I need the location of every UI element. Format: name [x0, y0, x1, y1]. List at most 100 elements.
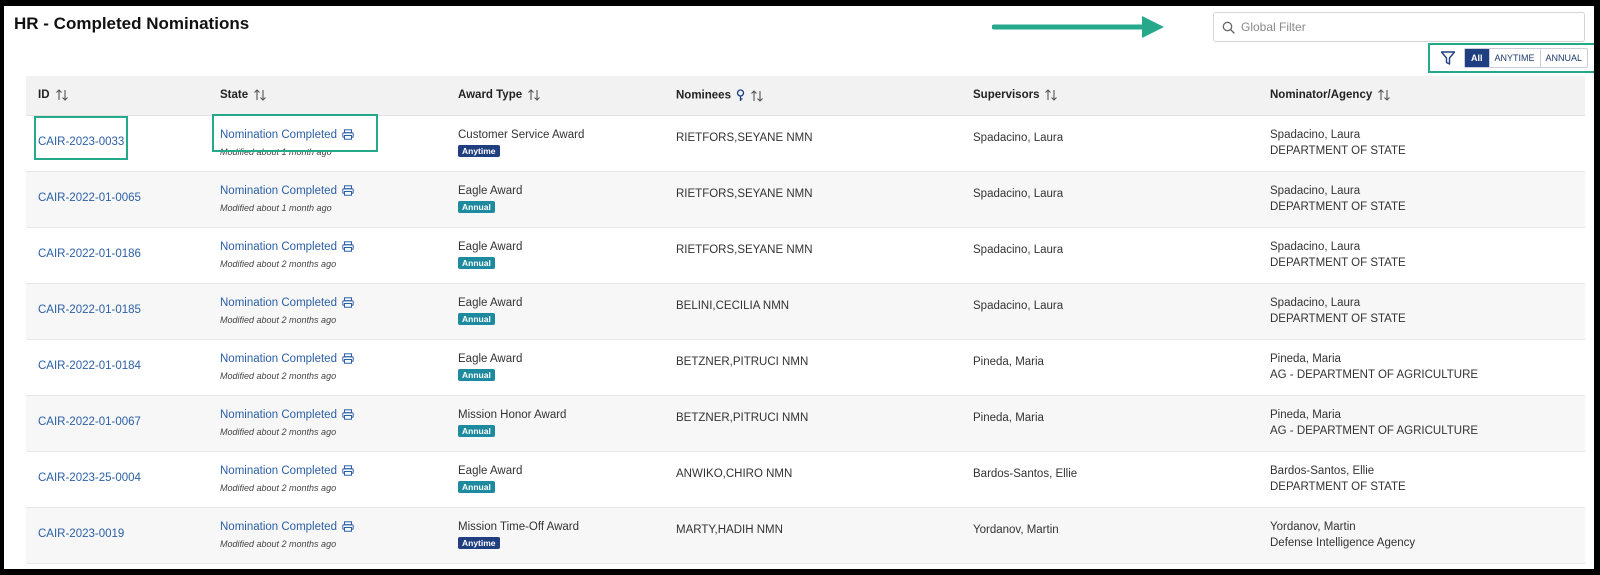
- column-header-label: Supervisors: [973, 89, 1040, 102]
- column-header-state[interactable]: State: [216, 76, 458, 115]
- state-link[interactable]: Nomination Completed: [220, 284, 458, 309]
- state-cell: Nomination Completed Modified about 2 mon…: [216, 396, 458, 451]
- modified-text: Modified about 2 months ago: [220, 427, 337, 437]
- state-link[interactable]: Nomination Completed: [220, 508, 458, 533]
- table-row: CAIR-2022-01-0185 Nomination Completed Mod…: [26, 284, 1585, 340]
- filter-annual-button[interactable]: ANNUAL: [1540, 49, 1588, 67]
- award-name: Mission Time-Off Award: [458, 521, 580, 533]
- award-name: Eagle Award: [458, 297, 523, 309]
- state-label: Nomination Completed: [220, 297, 337, 309]
- column-header-label: Nominees: [676, 89, 731, 102]
- state-link[interactable]: Nomination Completed: [220, 340, 458, 365]
- print-icon[interactable]: [342, 409, 354, 420]
- column-header-label: ID: [38, 89, 50, 102]
- modified-text: Modified about 2 months ago: [220, 371, 337, 381]
- award-badge: Annual: [458, 369, 495, 381]
- nomination-id-link[interactable]: CAIR-2023-0033: [38, 116, 216, 148]
- supervisor-cell: Spadacino, Laura: [973, 172, 1270, 227]
- column-header-award-type[interactable]: Award Type: [458, 76, 676, 115]
- nomination-id-link[interactable]: CAIR-2022-01-0067: [38, 396, 216, 428]
- print-icon[interactable]: [342, 353, 354, 364]
- award-type-cell: Eagle Award Annual: [458, 284, 676, 339]
- nomination-id-link[interactable]: CAIR-2022-01-0065: [38, 172, 216, 204]
- state-link[interactable]: Nomination Completed: [220, 116, 458, 141]
- column-header-nominator-agency[interactable]: Nominator/Agency: [1270, 76, 1580, 115]
- print-icon[interactable]: [342, 465, 354, 476]
- award-badge: Annual: [458, 425, 495, 437]
- column-header-supervisors[interactable]: Supervisors: [973, 76, 1270, 115]
- sort-icon[interactable]: [1044, 89, 1058, 101]
- state-link[interactable]: Nomination Completed: [220, 396, 458, 421]
- nominator-name: Spadacino, Laura: [1270, 297, 1361, 309]
- print-icon[interactable]: [342, 241, 354, 252]
- global-filter-input[interactable]: [1241, 20, 1571, 34]
- state-link[interactable]: Nomination Completed: [220, 172, 458, 197]
- state-label: Nomination Completed: [220, 409, 337, 421]
- id-cell: CAIR-2022-01-0184: [26, 340, 216, 395]
- state-label: Nomination Completed: [220, 521, 337, 533]
- nomination-id-link[interactable]: CAIR-2023-25-0004: [38, 452, 216, 484]
- state-cell: Nomination Completed Modified about 2 mon…: [216, 284, 458, 339]
- table-header: ID State Award Type Nominees Supervisors…: [26, 76, 1585, 116]
- state-cell: Nomination Completed Modified about 1 mon…: [216, 116, 458, 171]
- nominator-name: Bardos-Santos, Ellie: [1270, 465, 1375, 477]
- state-label: Nomination Completed: [220, 353, 337, 365]
- table-body: CAIR-2023-0033 Nomination Completed Modifi…: [26, 116, 1585, 564]
- supervisor-name: Spadacino, Laura: [973, 244, 1064, 256]
- nomination-id-link[interactable]: CAIR-2022-01-0185: [38, 284, 216, 316]
- page-title: HR - Completed Nominations: [14, 14, 250, 33]
- sort-icon[interactable]: [253, 89, 267, 101]
- state-link[interactable]: Nomination Completed: [220, 452, 458, 477]
- print-icon[interactable]: [342, 521, 354, 532]
- supervisor-cell: Pineda, Maria: [973, 340, 1270, 395]
- print-icon[interactable]: [342, 129, 354, 140]
- annotation-arrow-icon: [992, 16, 1164, 38]
- search-icon: [1222, 21, 1235, 34]
- supervisor-name: Spadacino, Laura: [973, 132, 1064, 144]
- funnel-icon[interactable]: [1440, 50, 1456, 66]
- modified-text: Modified about 1 month ago: [220, 203, 332, 213]
- filter-anytime-button[interactable]: ANYTIME: [1489, 49, 1541, 67]
- modified-text: Modified about 2 months ago: [220, 539, 337, 549]
- print-icon[interactable]: [342, 185, 354, 196]
- nominator-cell: Spadacino, Laura DEPARTMENT OF STATE: [1270, 172, 1580, 227]
- state-cell: Nomination Completed Modified about 2 mon…: [216, 508, 458, 563]
- sort-icon[interactable]: [1377, 89, 1391, 101]
- filter-all-button[interactable]: All: [1465, 49, 1490, 67]
- nominator-cell: Pineda, Maria AG - DEPARTMENT OF AGRICULT…: [1270, 340, 1580, 395]
- nomination-id-link[interactable]: CAIR-2023-0019: [38, 508, 216, 540]
- award-name: Eagle Award: [458, 465, 523, 477]
- nominee-name: RIETFORS,SEYANE NMN: [676, 132, 813, 144]
- global-filter[interactable]: [1213, 12, 1585, 42]
- nomination-id-link[interactable]: CAIR-2022-01-0184: [38, 340, 216, 372]
- help-key-icon[interactable]: [736, 89, 745, 102]
- award-type-filter-group: All ANYTIME ANNUAL: [1428, 43, 1594, 73]
- agency-name: DEPARTMENT OF STATE: [1270, 481, 1406, 493]
- state-cell: Nomination Completed Modified about 1 mon…: [216, 172, 458, 227]
- modified-text: Modified about 2 months ago: [220, 483, 337, 493]
- sort-icon[interactable]: [750, 89, 764, 102]
- print-icon[interactable]: [342, 297, 354, 308]
- id-cell: CAIR-2022-01-0067: [26, 396, 216, 451]
- award-type-cell: Mission Honor Award Annual: [458, 396, 676, 451]
- nominator-cell: Spadacino, Laura DEPARTMENT OF STATE: [1270, 284, 1580, 339]
- nominator-cell: Spadacino, Laura DEPARTMENT OF STATE: [1270, 116, 1580, 171]
- column-header-id[interactable]: ID: [26, 76, 216, 115]
- nomination-id-link[interactable]: CAIR-2022-01-0186: [38, 228, 216, 260]
- sort-icon[interactable]: [55, 89, 69, 101]
- column-header-nominees[interactable]: Nominees: [676, 76, 973, 115]
- award-badge: Annual: [458, 257, 495, 269]
- sort-icon[interactable]: [527, 89, 541, 101]
- table-row: CAIR-2023-0019 Nomination Completed Modifi…: [26, 508, 1585, 564]
- nominator-cell: Bardos-Santos, Ellie DEPARTMENT OF STATE: [1270, 452, 1580, 507]
- table-row: CAIR-2023-0033 Nomination Completed Modifi…: [26, 116, 1585, 172]
- state-label: Nomination Completed: [220, 129, 337, 141]
- state-link[interactable]: Nomination Completed: [220, 228, 458, 253]
- supervisor-name: Bardos-Santos, Ellie: [973, 468, 1078, 480]
- supervisor-cell: Spadacino, Laura: [973, 284, 1270, 339]
- id-cell: CAIR-2023-25-0004: [26, 452, 216, 507]
- table-row: CAIR-2023-25-0004 Nomination Completed Mod…: [26, 452, 1585, 508]
- agency-name: AG - DEPARTMENT OF AGRICULTURE: [1270, 425, 1479, 437]
- nominee-cell: RIETFORS,SEYANE NMN: [676, 172, 973, 227]
- modified-text: Modified about 2 months ago: [220, 259, 337, 269]
